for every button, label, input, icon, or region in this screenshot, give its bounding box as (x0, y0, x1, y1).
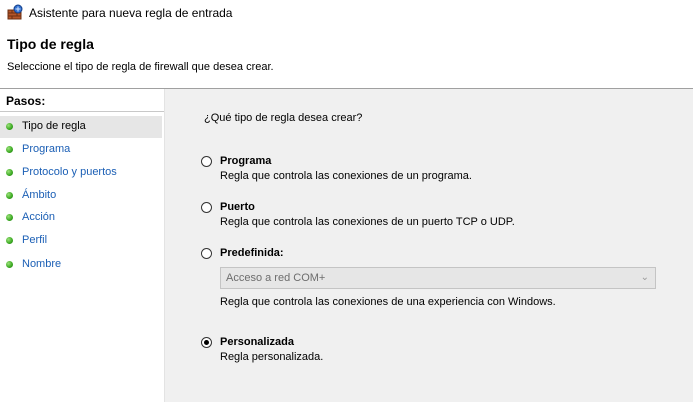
radio-puerto[interactable] (201, 202, 212, 213)
option-title[interactable]: Predefinida: (220, 247, 284, 259)
wizard-header: Tipo de regla Seleccione el tipo de regl… (0, 26, 693, 88)
step-label: Ámbito (22, 189, 57, 201)
steps-sidebar: Pasos: Tipo de regla Programa Protocolo … (0, 89, 164, 402)
window-title: Asistente para nueva regla de entrada (29, 6, 233, 20)
option-title[interactable]: Puerto (220, 201, 255, 213)
predefined-select-value: Acceso a red COM+ (226, 272, 326, 284)
steps-heading: Pasos: (6, 94, 46, 108)
step-label: Nombre (22, 258, 62, 270)
radio-programa[interactable] (201, 156, 212, 167)
step-label: Perfil (22, 234, 48, 246)
step-status-dot-icon (6, 123, 13, 130)
title-bar: Asistente para nueva regla de entrada (0, 0, 693, 26)
page-title: Tipo de regla (7, 36, 94, 52)
step-nombre[interactable]: Nombre (0, 254, 162, 276)
step-label: Programa (22, 143, 71, 155)
step-protocolo-y-puertos[interactable]: Protocolo y puertos (0, 162, 162, 184)
rule-type-question: ¿Qué tipo de regla desea crear? (204, 112, 363, 124)
radio-predefinida[interactable] (201, 248, 212, 259)
step-status-dot-icon (6, 214, 13, 221)
steps-heading-divider (0, 111, 164, 112)
option-description: Regla que controla las conexiones de un … (220, 170, 472, 182)
step-status-dot-icon (6, 146, 13, 153)
step-status-dot-icon (6, 169, 13, 176)
step-programa[interactable]: Programa (0, 139, 162, 161)
step-status-dot-icon (6, 261, 13, 268)
option-description: Regla que controla las conexiones de una… (220, 296, 556, 308)
option-description: Regla personalizada. (220, 351, 324, 363)
step-label: Tipo de regla (22, 120, 86, 132)
chevron-down-icon: ⌄ (640, 272, 649, 283)
step-status-dot-icon (6, 192, 13, 199)
option-title[interactable]: Personalizada (220, 336, 294, 348)
page-description: Seleccione el tipo de regla de firewall … (7, 61, 274, 73)
step-tipo-de-regla[interactable]: Tipo de regla (0, 116, 162, 138)
step-ambito[interactable]: Ámbito (0, 185, 162, 207)
predefined-rule-select[interactable]: Acceso a red COM+ ⌄ (220, 267, 656, 289)
step-accion[interactable]: Acción (0, 207, 162, 229)
step-perfil[interactable]: Perfil (0, 230, 162, 252)
firewall-wizard-icon (7, 4, 24, 21)
radio-personalizada[interactable] (201, 337, 212, 348)
step-label: Protocolo y puertos (22, 166, 117, 178)
option-description: Regla que controla las conexiones de un … (220, 216, 515, 228)
step-status-dot-icon (6, 237, 13, 244)
rule-type-panel: ¿Qué tipo de regla desea crear? Programa… (166, 89, 693, 402)
step-label: Acción (22, 211, 56, 223)
option-title[interactable]: Programa (220, 155, 271, 167)
